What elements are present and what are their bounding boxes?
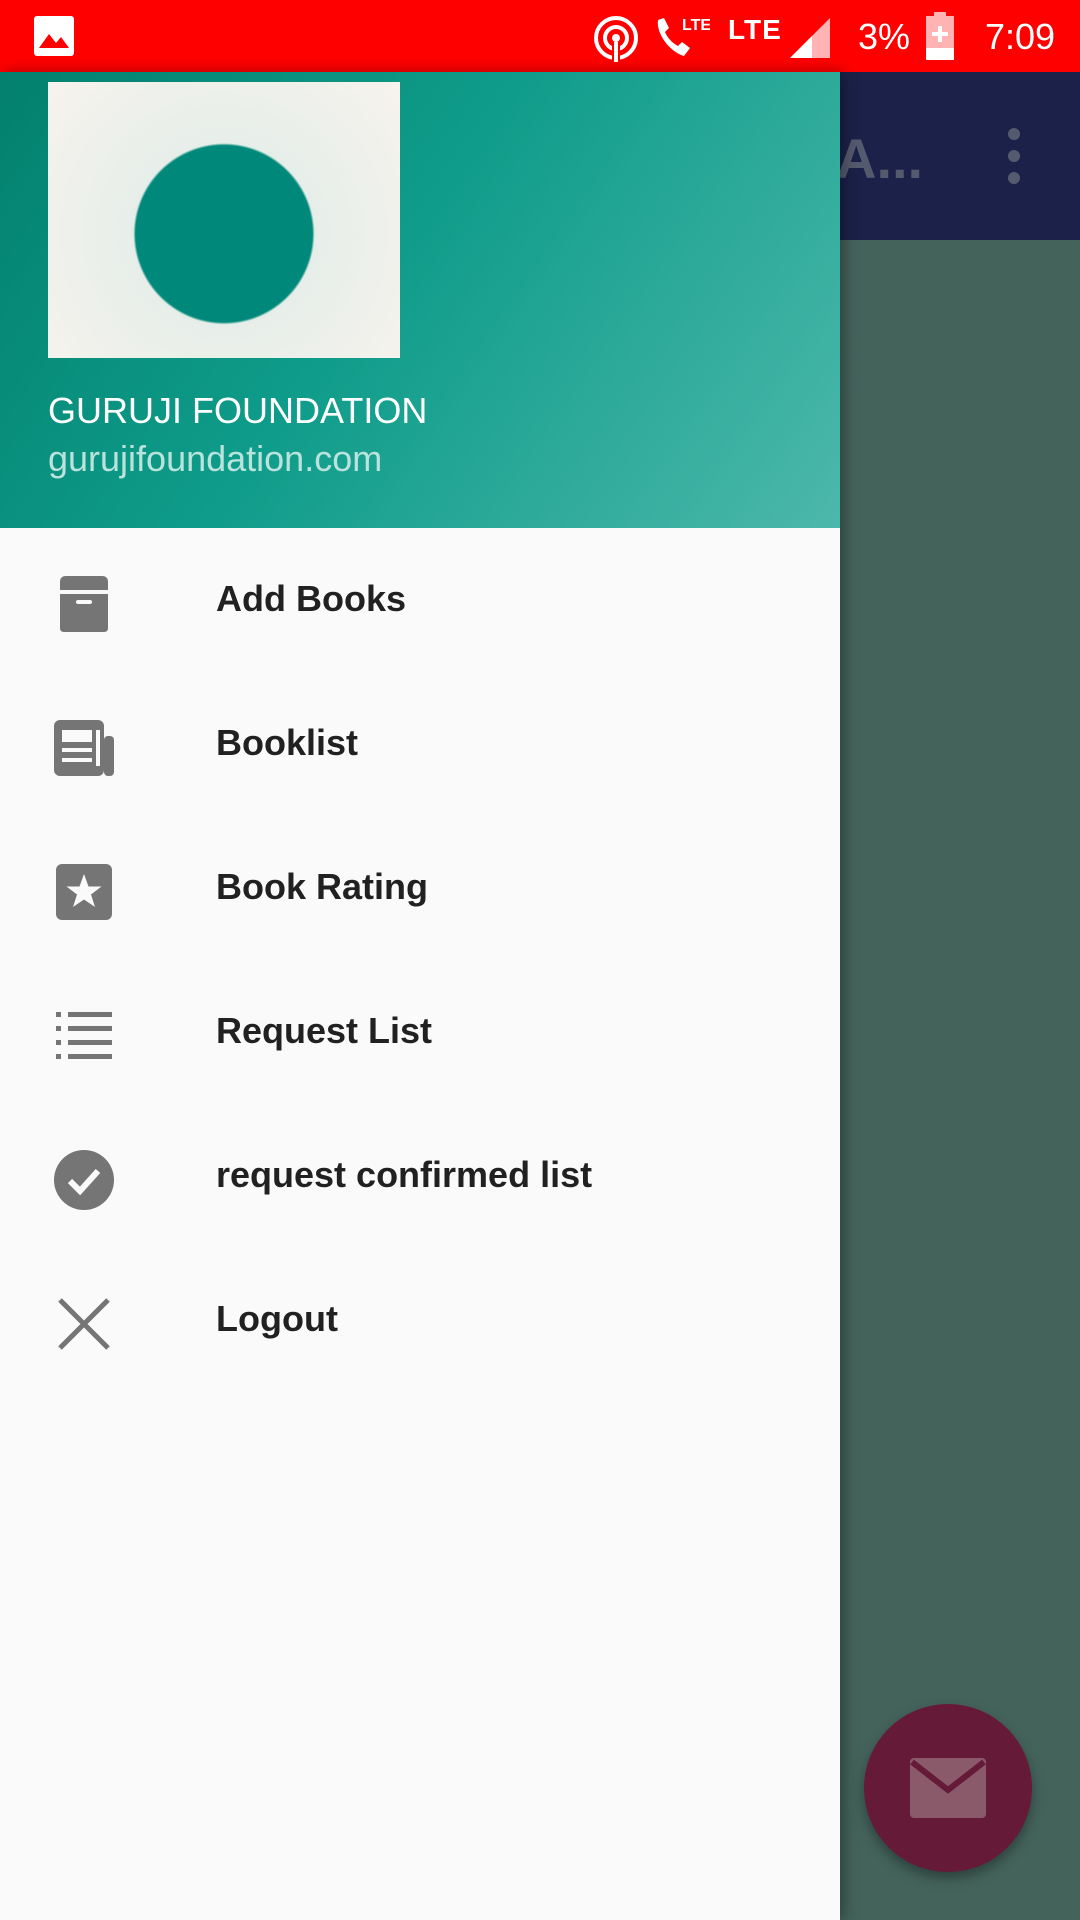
menu-item-label: Book Rating bbox=[216, 866, 428, 907]
navigation-drawer: GURUJI FOUNDATION gurujifoundation.com A… bbox=[0, 72, 840, 1920]
signal-icon bbox=[790, 18, 830, 58]
status-bar: LTE LTE 3% 7:09 bbox=[0, 0, 1080, 72]
menu-item-logout[interactable]: Logout bbox=[0, 1248, 840, 1392]
lte-label: LTE bbox=[728, 14, 782, 45]
menu-item-label: Add Books bbox=[216, 578, 407, 619]
menu-item-request-list[interactable]: Request List bbox=[0, 960, 840, 1104]
drawer-menu: Add Books Booklist Book Rating Request L… bbox=[0, 528, 840, 1392]
menu-item-label: Booklist bbox=[216, 722, 359, 763]
app-bar-title: A... bbox=[836, 127, 924, 190]
clock: 7:09 bbox=[985, 16, 1056, 57]
archive-icon bbox=[60, 576, 108, 632]
menu-item-label: Request List bbox=[216, 1010, 433, 1051]
volte-call-icon: LTE bbox=[657, 17, 710, 56]
header-website: gurujifoundation.com bbox=[48, 438, 383, 479]
check-circle-icon bbox=[54, 1150, 114, 1210]
foundation-logo bbox=[48, 82, 400, 358]
overflow-menu-icon[interactable] bbox=[1000, 124, 1028, 188]
header-name: GURUJI FOUNDATION bbox=[48, 390, 428, 431]
drawer-header: GURUJI FOUNDATION gurujifoundation.com bbox=[0, 72, 840, 528]
menu-item-book-rating[interactable]: Book Rating bbox=[0, 816, 840, 960]
newspaper-icon bbox=[54, 720, 114, 776]
menu-item-label: Logout bbox=[216, 1298, 338, 1339]
hotspot-icon bbox=[594, 16, 638, 62]
star-box-icon bbox=[56, 864, 112, 920]
battery-charging-icon bbox=[926, 12, 954, 60]
svg-text:LTE: LTE bbox=[682, 17, 710, 34]
menu-item-add-books[interactable]: Add Books bbox=[0, 528, 840, 672]
mail-icon bbox=[910, 1758, 986, 1818]
menu-item-request-confirmed-list[interactable]: request confirmed list bbox=[0, 1104, 840, 1248]
mail-fab-button[interactable] bbox=[864, 1704, 1032, 1872]
gallery-icon bbox=[34, 16, 74, 56]
battery-percent: 3% bbox=[858, 16, 911, 57]
close-icon bbox=[58, 1298, 110, 1350]
menu-item-booklist[interactable]: Booklist bbox=[0, 672, 840, 816]
list-icon bbox=[56, 1012, 112, 1059]
menu-item-label: request confirmed list bbox=[216, 1154, 593, 1195]
